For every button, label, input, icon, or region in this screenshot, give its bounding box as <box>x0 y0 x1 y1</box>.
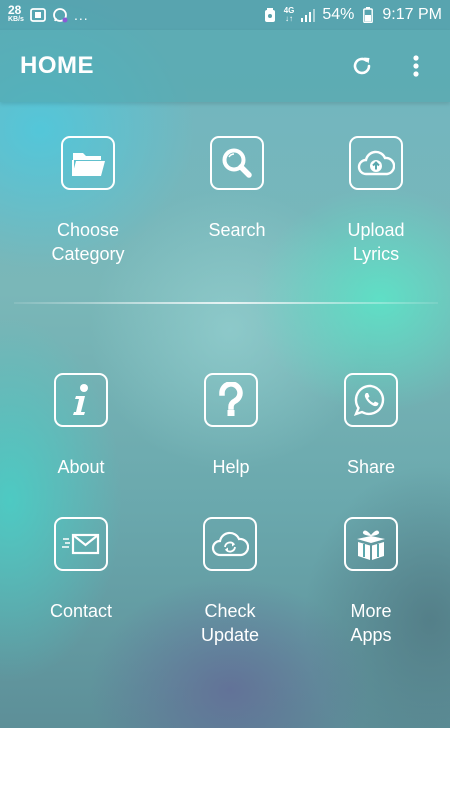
about-label: About <box>57 457 105 477</box>
overflow-menu-icon <box>413 55 419 77</box>
whatsapp-icon <box>353 384 385 416</box>
gift-box-icon <box>357 530 385 560</box>
help-label: Help <box>212 457 250 477</box>
refresh-button[interactable] <box>348 52 376 80</box>
app-bar: HOME <box>0 30 450 102</box>
share-tile[interactable]: Share <box>311 373 431 479</box>
share-icon-box <box>344 373 398 427</box>
network-speed-unit: KB/s <box>8 16 24 23</box>
choose-category-icon-box <box>61 136 115 190</box>
section-divider <box>14 302 438 304</box>
help-icon-box <box>204 373 258 427</box>
bottom-blank-area <box>0 728 450 800</box>
home-screen: 28 KB/s ... 4G ↓↑ 54% 9:17 PM HOME Choos… <box>0 0 450 728</box>
whatsapp-status-icon <box>52 8 68 23</box>
info-icon <box>73 384 88 415</box>
share-label: Share <box>346 457 396 477</box>
upload-lyrics-tile[interactable]: Upload Lyrics <box>316 136 436 266</box>
more-apps-label: More Apps <box>350 601 392 645</box>
alarm-icon <box>262 8 278 22</box>
page-title: HOME <box>20 52 94 79</box>
cloud-upload-icon <box>357 150 395 176</box>
search-tile[interactable]: Search <box>177 136 297 242</box>
choose-category-label: Choose Category <box>51 220 125 264</box>
refresh-icon <box>353 57 371 75</box>
check-update-tile[interactable]: Check Update <box>170 517 290 647</box>
help-tile[interactable]: Help <box>171 373 291 479</box>
status-bar: 28 KB/s ... 4G ↓↑ 54% 9:17 PM <box>0 0 450 30</box>
check-update-label: Check Update <box>200 601 260 645</box>
help-icon <box>219 382 243 416</box>
check-update-icon-box <box>203 517 257 571</box>
more-notifications-indicator: ... <box>73 7 89 23</box>
network-speed: 28 KB/s <box>8 3 24 24</box>
more-apps-tile[interactable]: More Apps <box>311 517 431 647</box>
folder-icon <box>72 153 105 176</box>
search-icon <box>222 148 252 178</box>
choose-category-tile[interactable]: Choose Category <box>28 136 148 266</box>
search-icon-box <box>210 136 264 190</box>
mail-icon <box>62 533 100 555</box>
upload-lyrics-icon-box <box>349 136 403 190</box>
upload-lyrics-label: Upload Lyrics <box>347 220 405 264</box>
data-arrows-icon: ↓↑ <box>285 14 294 23</box>
notification-icon <box>30 8 46 22</box>
about-icon-box <box>54 373 108 427</box>
contact-icon-box <box>54 517 108 571</box>
contact-label: Contact <box>49 601 113 621</box>
network-speed-value: 28 <box>8 3 22 17</box>
about-tile[interactable]: About <box>21 373 141 479</box>
search-label: Search <box>208 220 266 240</box>
cloud-sync-icon <box>211 531 249 557</box>
signal-icon <box>300 8 316 22</box>
contact-tile[interactable]: Contact <box>21 517 141 623</box>
battery-percent: 54% <box>322 6 355 23</box>
battery-icon <box>360 7 376 23</box>
overflow-menu-button[interactable] <box>402 52 430 80</box>
network-type: 4G ↓↑ <box>284 7 295 23</box>
more-apps-icon-box <box>344 517 398 571</box>
clock: 9:17 PM <box>382 6 442 23</box>
